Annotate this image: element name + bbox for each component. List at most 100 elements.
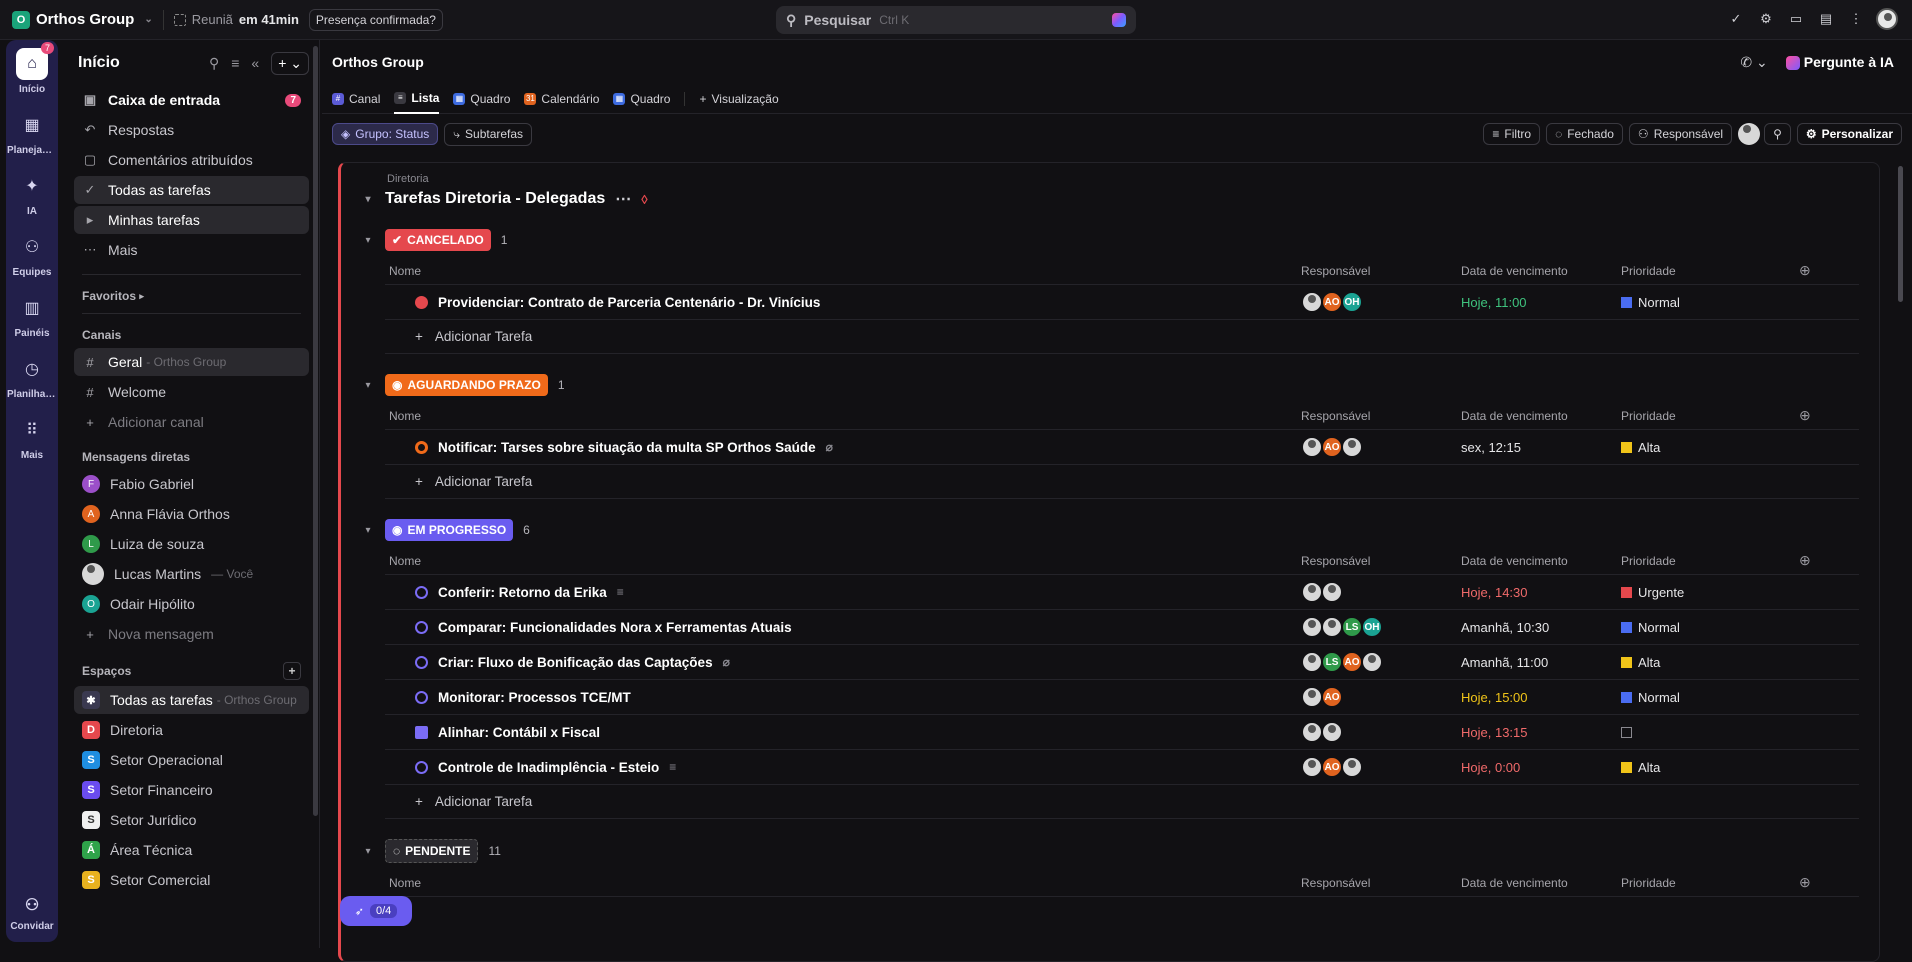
- rail-item-ia[interactable]: ✦ IA: [6, 170, 58, 217]
- sidebar-item-all-tasks[interactable]: ✓ Todas as tarefas: [74, 176, 309, 204]
- dm-item[interactable]: Lucas Martins — Você: [74, 560, 309, 588]
- caret-down-icon[interactable]: ▾: [361, 380, 375, 391]
- create-button[interactable]: + ⌄: [271, 51, 309, 75]
- tab-calendario[interactable]: 31 Calendário: [524, 84, 599, 114]
- status-icon[interactable]: [415, 655, 428, 669]
- assignees[interactable]: AO: [1301, 436, 1461, 458]
- grid-apps-icon[interactable]: ⋮: [1846, 9, 1866, 29]
- caret-down-icon[interactable]: ▾: [361, 846, 375, 857]
- assignees[interactable]: LS AO: [1301, 651, 1461, 673]
- space-item[interactable]: D Diretoria: [74, 716, 309, 744]
- col-priority[interactable]: Prioridade: [1621, 409, 1799, 423]
- add-column-icon[interactable]: ⊕: [1799, 262, 1819, 279]
- space-item[interactable]: S Setor Comercial: [74, 866, 309, 894]
- caret-down-icon[interactable]: ▾: [361, 194, 375, 205]
- table-row[interactable]: Notificar: Tarses sobre situação da mult…: [385, 430, 1859, 465]
- col-assignee[interactable]: Responsável: [1301, 409, 1461, 423]
- space-item[interactable]: S Setor Operacional: [74, 746, 309, 774]
- task-name[interactable]: Conferir: Retorno da Erika: [438, 585, 607, 600]
- add-column-icon[interactable]: ⊕: [1799, 407, 1819, 424]
- due-date[interactable]: Hoje, 11:00: [1461, 295, 1621, 310]
- assignees[interactable]: AO: [1301, 756, 1461, 778]
- onboarding-rocket-button[interactable]: ➶ 0/4: [340, 896, 412, 926]
- col-due[interactable]: Data de vencimento: [1461, 554, 1621, 568]
- description-icon[interactable]: ≡: [617, 585, 624, 599]
- status-icon[interactable]: [415, 690, 428, 704]
- favorites-section[interactable]: Favoritos ▸: [74, 289, 309, 303]
- add-task-button[interactable]: + Adicionar Tarefa: [385, 785, 1859, 819]
- breadcrumb[interactable]: Diretoria: [387, 173, 1879, 185]
- sidebar-item-channel-welcome[interactable]: # Welcome: [74, 378, 309, 406]
- collapse-icon[interactable]: «: [251, 55, 259, 71]
- table-row[interactable]: Monitorar: Processos TCE/MT AO Hoje, 15:…: [385, 680, 1859, 715]
- col-name[interactable]: Nome: [385, 264, 1301, 278]
- more-icon[interactable]: ⋯: [615, 189, 631, 209]
- table-row[interactable]: Providenciar: Contrato de Parceria Cente…: [385, 285, 1859, 320]
- filter-button[interactable]: ≡ Filtro: [1483, 123, 1541, 145]
- search-tasks-button[interactable]: ⚲: [1764, 123, 1791, 145]
- sidebar-item-assigned-comments[interactable]: ▢ Comentários atribuídos: [74, 146, 309, 174]
- task-name[interactable]: Comparar: Funcionalidades Nora x Ferrame…: [438, 620, 792, 635]
- status-badge[interactable]: ◉ EM PROGRESSO: [385, 519, 514, 541]
- task-name[interactable]: Controle de Inadimplência - Esteio: [438, 760, 659, 775]
- notepad-icon[interactable]: ▤: [1816, 9, 1836, 29]
- description-icon[interactable]: ≡: [669, 760, 676, 774]
- task-name[interactable]: Monitorar: Processos TCE/MT: [438, 690, 631, 705]
- assignees[interactable]: [1301, 721, 1461, 743]
- assignees[interactable]: AO: [1301, 686, 1461, 708]
- assignees[interactable]: AO OH: [1301, 291, 1461, 313]
- status-icon[interactable]: [415, 585, 428, 599]
- add-task-button[interactable]: + Adicionar Tarefa: [385, 320, 1859, 354]
- sidebar-item-more[interactable]: ⋯ Mais: [74, 236, 309, 264]
- rail-item-paineis[interactable]: ▥ Painéis: [6, 292, 58, 339]
- sidebar-item-inbox[interactable]: ▣ Caixa de entrada 7: [74, 86, 309, 114]
- settings-icon[interactable]: ⚙: [1756, 9, 1776, 29]
- space-item[interactable]: S Setor Jurídico: [74, 806, 309, 834]
- user-avatar[interactable]: [1876, 8, 1898, 30]
- closed-button[interactable]: ◌ Fechado: [1546, 123, 1623, 145]
- table-row[interactable]: Controle de Inadimplência - Esteio ≡ AO H…: [385, 750, 1859, 785]
- space-item[interactable]: S Setor Financeiro: [74, 776, 309, 804]
- col-name[interactable]: Nome: [385, 409, 1301, 423]
- priority[interactable]: Normal: [1621, 690, 1799, 705]
- table-row[interactable]: Conferir: Retorno da Erika ≡ Hoje, 14:30 …: [385, 575, 1859, 610]
- user-avatar-filter[interactable]: [1738, 123, 1761, 145]
- priority[interactable]: [1621, 726, 1799, 738]
- drop-icon[interactable]: ◊: [641, 192, 647, 207]
- assignees[interactable]: [1301, 581, 1461, 603]
- priority[interactable]: Alta: [1621, 760, 1799, 775]
- space-item[interactable]: Á Área Técnica: [74, 836, 309, 864]
- col-name[interactable]: Nome: [385, 876, 1301, 890]
- due-date[interactable]: Hoje, 0:00: [1461, 760, 1621, 775]
- caret-down-icon[interactable]: ▾: [361, 525, 375, 536]
- status-icon[interactable]: [415, 760, 428, 774]
- add-view-button[interactable]: + Visualização: [699, 84, 778, 114]
- dm-item[interactable]: L Luiza de souza: [74, 530, 309, 558]
- attach-icon[interactable]: ⌀: [826, 440, 833, 454]
- add-column-icon[interactable]: ⊕: [1799, 874, 1819, 891]
- priority[interactable]: Urgente: [1621, 585, 1799, 600]
- col-due[interactable]: Data de vencimento: [1461, 409, 1621, 423]
- ask-ai-button[interactable]: Pergunte à IA: [1785, 54, 1894, 71]
- add-space-button[interactable]: +: [283, 662, 301, 680]
- due-date[interactable]: Hoje, 14:30: [1461, 585, 1621, 600]
- subtask-status-icon[interactable]: [415, 725, 428, 739]
- due-date[interactable]: Hoje, 15:00: [1461, 690, 1621, 705]
- sidebar-scrollbar[interactable]: [313, 46, 318, 816]
- add-column-icon[interactable]: ⊕: [1799, 552, 1819, 569]
- rail-item-planilhas[interactable]: ◷ Planilhas ...: [6, 353, 58, 400]
- tab-quadro-2[interactable]: ▦ Quadro: [613, 84, 670, 114]
- sidebar-item-my-tasks[interactable]: ▸ Minhas tarefas: [74, 206, 309, 234]
- workspace-switcher[interactable]: O Orthos Group ⌄: [12, 10, 153, 29]
- meeting-indicator[interactable]: Reuniã em 41min: [173, 12, 299, 27]
- col-due[interactable]: Data de vencimento: [1461, 264, 1621, 278]
- subtasks-button[interactable]: ⤷ Subtarefas: [444, 122, 533, 146]
- task-name[interactable]: Alinhar: Contábil x Fiscal: [438, 725, 600, 740]
- add-task-button[interactable]: + Adicionar Tarefa: [385, 465, 1859, 499]
- dm-item[interactable]: O Odair Hipólito: [74, 590, 309, 618]
- global-search[interactable]: ⚲ Pesquisar Ctrl K: [776, 6, 1136, 34]
- table-row[interactable]: Comparar: Funcionalidades Nora x Ferrame…: [385, 610, 1859, 645]
- sidebar-item-channel-geral[interactable]: # Geral - Orthos Group: [74, 348, 309, 376]
- dm-item[interactable]: F Fabio Gabriel: [74, 470, 309, 498]
- tab-lista[interactable]: ≡ Lista: [394, 84, 440, 114]
